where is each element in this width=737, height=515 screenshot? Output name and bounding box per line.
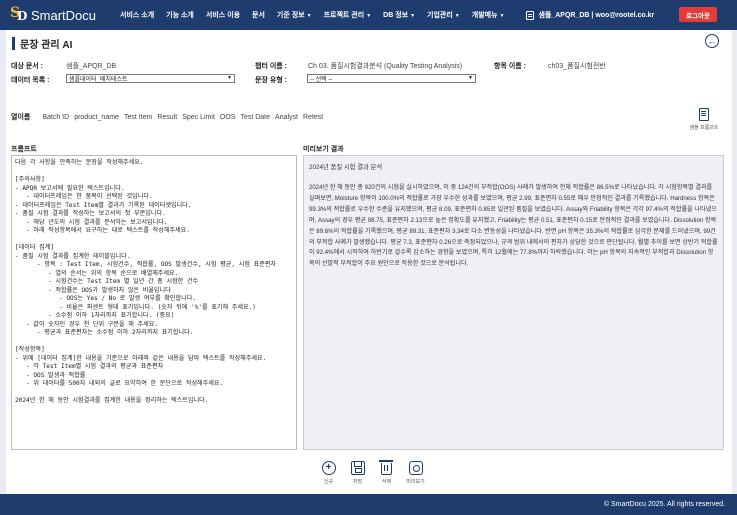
item-label: 항목 이름 : bbox=[494, 63, 526, 70]
user-card-icon bbox=[526, 10, 535, 20]
action-bar: + 신규 저장 삭제 미리보기 bbox=[314, 460, 430, 485]
save-label: 저장 bbox=[352, 479, 363, 485]
menu-label: 기업관리 bbox=[427, 12, 453, 19]
preview-heading: 2024년 품질 시험 결과 분석 bbox=[309, 164, 383, 171]
menu-label: 서비스 이용 bbox=[205, 12, 241, 19]
preview-box: 2024년 품질 시험 결과 분석 2024년 한 해 동안 총 920건의 시… bbox=[303, 155, 724, 450]
menu-label: 서비스 소개 bbox=[120, 12, 155, 19]
menu-label: 문서 bbox=[252, 12, 265, 19]
column-tag[interactable]: Batch ID bbox=[42, 114, 69, 121]
top-navbar: SD SmartDocu 서비스 소개 기능 소개 서비스 이용 문서 기준 정… bbox=[0, 0, 737, 30]
logo[interactable]: SD SmartDocu bbox=[10, 5, 106, 25]
item-value: ch03_품질시험전반 bbox=[548, 63, 606, 70]
column-tag[interactable]: OOS bbox=[220, 114, 236, 121]
logo-mark-icon: SD bbox=[10, 5, 28, 23]
preview-body: 2024년 한 해 동안 총 920건의 시험을 실시하였으며, 이 중 124… bbox=[309, 184, 718, 268]
menu-item-db-info[interactable]: DB 정보 ▼ bbox=[383, 10, 415, 20]
caret-down-icon: ▼ bbox=[366, 13, 372, 19]
chevron-down-icon: ▼ bbox=[227, 75, 232, 81]
copyright-text: © SmartDocu 2025. All rights reserved. bbox=[603, 501, 725, 508]
column-tag[interactable]: Analyst bbox=[275, 114, 298, 121]
caret-down-icon: ▼ bbox=[499, 13, 505, 19]
sentence-type-select[interactable]: -- 선택 -- ▼ bbox=[307, 74, 476, 83]
menu-item-documents[interactable]: 문서 bbox=[252, 10, 265, 20]
preview-icon bbox=[408, 461, 423, 475]
menu-label: 프로젝트 관리 bbox=[323, 12, 365, 19]
sentence-type-selected: -- 선택 -- bbox=[310, 77, 333, 83]
prompt-textarea[interactable]: 다음 각 사항을 만족하는 문장을 작성해주세요. [주의사항] - APQR … bbox=[11, 155, 297, 450]
column-tag[interactable]: Result bbox=[157, 114, 177, 121]
delete-label: 삭제 bbox=[381, 479, 392, 485]
save-button[interactable]: 저장 bbox=[343, 461, 372, 485]
menu-item-feature-intro[interactable]: 기능 소개 bbox=[166, 10, 194, 20]
document-list-icon bbox=[699, 108, 709, 121]
menu-item-service-intro[interactable]: 서비스 소개 bbox=[120, 10, 154, 20]
data-list-select[interactable]: 샘플데이터_배치테스트 ▼ bbox=[66, 74, 235, 83]
new-button[interactable]: + 신규 bbox=[314, 461, 343, 485]
column-tags: 열이름 Batch ID product_name Test Item Resu… bbox=[11, 112, 328, 122]
column-tag[interactable]: Test Date bbox=[240, 114, 270, 121]
data-list-selected: 샘플데이터_배치테스트 bbox=[69, 77, 128, 83]
column-tag[interactable]: product_name bbox=[74, 114, 119, 121]
logout-button[interactable]: 로그아웃 bbox=[679, 7, 717, 22]
target-doc-value: 샘플_APQR_DB bbox=[66, 63, 117, 70]
menu-item-company-mgmt[interactable]: 기업관리 ▼ bbox=[427, 10, 460, 20]
sample-prompt-label: 샘플 프롬프트 bbox=[689, 125, 719, 131]
sample-prompt-button[interactable]: 샘플 프롬프트 bbox=[687, 108, 721, 131]
menu-label: 기능 소개 bbox=[166, 12, 194, 19]
chapter-value: Ch 03. 품질시험결과분석 (Quality Testing Analysi… bbox=[308, 63, 463, 70]
delete-button[interactable]: 삭제 bbox=[372, 460, 401, 485]
chevron-down-icon: ▼ bbox=[468, 75, 473, 81]
data-list-label: 데이터 목록 : bbox=[11, 77, 50, 84]
menu-item-project-mgmt[interactable]: 프로젝트 관리 ▼ bbox=[324, 10, 372, 20]
column-tag[interactable]: Spec Limit bbox=[182, 114, 215, 121]
menu-item-dev-menu[interactable]: 개발메뉴 ▼ bbox=[472, 10, 505, 20]
columns-label: 열이름 bbox=[11, 114, 31, 121]
plus-circle-icon: + bbox=[321, 461, 336, 475]
menu-item-service-use[interactable]: 서비스 이용 bbox=[206, 10, 240, 20]
target-doc-label: 대상 문서 : bbox=[11, 63, 43, 70]
user-text: 샘플_APQR_DB | woo@rootel.co.kr bbox=[538, 12, 655, 19]
preview-title: 미리보기 결과 bbox=[303, 146, 344, 153]
menu-label: DB 정보 bbox=[383, 12, 409, 19]
user-info[interactable]: 샘플_APQR_DB | woo@rootel.co.kr bbox=[526, 10, 654, 20]
page-title: 문장 관리 AI bbox=[20, 40, 73, 51]
sentence-type-label: 문장 유형 : bbox=[255, 77, 287, 84]
menu-item-base-info[interactable]: 기준 정보 ▼ bbox=[277, 10, 312, 20]
prompt-title: 프롬프트 bbox=[11, 146, 37, 153]
footer: © SmartDocu 2025. All rights reserved. bbox=[0, 494, 737, 515]
caret-down-icon: ▼ bbox=[306, 13, 312, 19]
menu-label: 개발메뉴 bbox=[471, 12, 498, 19]
column-tag[interactable]: Retest bbox=[303, 114, 323, 121]
preview-button[interactable]: 미리보기 bbox=[401, 461, 430, 485]
title-row: 문장 관리 AI bbox=[12, 36, 72, 51]
caret-down-icon: ▼ bbox=[454, 13, 460, 19]
main-menu: 서비스 소개 기능 소개 서비스 이용 문서 기준 정보 ▼ 프로젝트 관리 ▼ D… bbox=[120, 10, 516, 20]
menu-label: 기준 정보 bbox=[276, 12, 305, 19]
title-accent-bar bbox=[12, 37, 15, 50]
prompt-text: 다음 각 사항을 만족하는 문장을 작성해주세요. [주의사항] - APQR … bbox=[15, 159, 277, 404]
save-icon bbox=[350, 461, 365, 475]
arrow-left-circle-icon: ← bbox=[707, 35, 717, 46]
logo-text: SmartDocu bbox=[31, 7, 97, 23]
trash-icon bbox=[379, 460, 393, 475]
new-label: 신규 bbox=[323, 479, 334, 485]
caret-down-icon: ▼ bbox=[410, 13, 416, 19]
main-panel: 문장 관리 AI ← 대상 문서 : 샘플_APQR_DB 챕터 이름 : Ch… bbox=[6, 30, 732, 494]
column-tag[interactable]: Test Item bbox=[124, 114, 152, 121]
chapter-label: 챕터 이름 : bbox=[255, 63, 287, 70]
preview-label: 미리보기 bbox=[406, 479, 425, 485]
back-button[interactable]: ← bbox=[705, 34, 719, 48]
